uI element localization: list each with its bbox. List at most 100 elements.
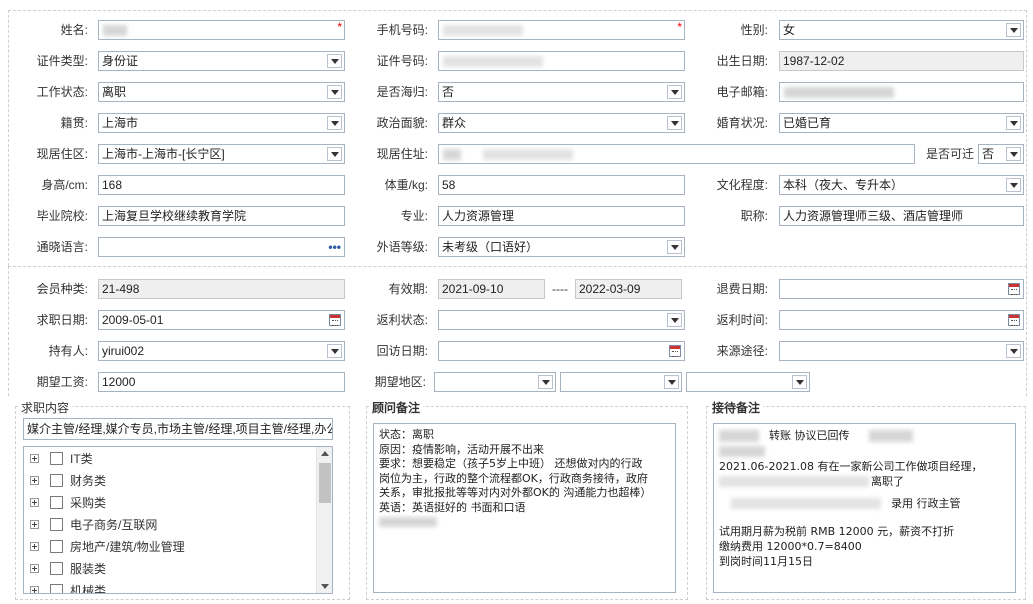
scroll-thumb[interactable] <box>319 463 331 503</box>
weight-field[interactable]: 58 <box>438 175 685 195</box>
address-field[interactable] <box>438 144 915 164</box>
calendar-icon[interactable] <box>669 345 681 357</box>
chevron-down-icon[interactable] <box>327 85 342 99</box>
relocate-select[interactable]: 否 <box>978 144 1024 164</box>
checkbox[interactable] <box>50 496 63 509</box>
checkbox[interactable] <box>50 540 63 553</box>
chevron-down-icon[interactable] <box>1006 344 1021 358</box>
validity-from-field[interactable]: 2021-09-10 <box>438 279 545 299</box>
plus-square-icon[interactable] <box>30 564 39 573</box>
id-type-select[interactable]: 身份证 <box>98 51 345 71</box>
chevron-down-icon[interactable] <box>327 54 342 68</box>
email-field[interactable] <box>779 82 1024 102</box>
native-place-select[interactable]: 上海市 <box>98 113 345 133</box>
rebate-status-select[interactable] <box>438 310 685 330</box>
chevron-down-icon[interactable] <box>1006 116 1021 130</box>
chevron-down-icon[interactable] <box>327 147 342 161</box>
plus-square-icon[interactable] <box>30 454 39 463</box>
tree-scrollbar[interactable] <box>316 447 332 593</box>
more-options-icon[interactable]: ••• <box>328 238 341 256</box>
apply-date-field[interactable]: 2009-05-01 <box>98 310 345 330</box>
name-label: 姓名: <box>60 23 88 37</box>
work-status-select[interactable]: 离职 <box>98 82 345 102</box>
phone-label: 手机号码: <box>376 23 428 37</box>
plus-square-icon[interactable] <box>30 520 39 529</box>
tree-item-realestate[interactable]: 房地产/建筑/物业管理 <box>30 538 310 556</box>
calendar-icon[interactable] <box>1008 314 1020 326</box>
calendar-icon[interactable] <box>1008 283 1020 295</box>
rebate-status-label: 返利状态: <box>376 313 428 327</box>
tree-item-purchasing[interactable]: 采购类 <box>30 494 310 512</box>
title-field[interactable]: 人力资源管理师三级、酒店管理师 <box>779 206 1024 226</box>
phone-field[interactable]: * <box>438 20 685 40</box>
foreign-level-select[interactable]: 未考级（口语好） <box>438 237 685 257</box>
chevron-down-icon[interactable] <box>667 85 682 99</box>
chevron-down-icon[interactable] <box>667 240 682 254</box>
advisor-notes-textarea[interactable]: 状态：离职 原因：疫情影响，活动开展不出来 要求：想要稳定（孩子5岁上中班） 还… <box>373 423 676 593</box>
holder-label: 持有人: <box>48 344 88 358</box>
languages-field[interactable]: ••• <box>98 237 345 257</box>
plus-square-icon[interactable] <box>30 586 39 593</box>
education-select[interactable]: 本科（夜大、专升本） <box>779 175 1024 195</box>
member-type-label: 会员种类: <box>36 282 88 296</box>
birth-date-label: 出生日期: <box>716 54 768 68</box>
holder-select[interactable]: yirui002 <box>98 341 345 361</box>
gender-label: 性别: <box>740 23 768 37</box>
title-label: 职称: <box>740 209 768 223</box>
source-select[interactable] <box>779 341 1024 361</box>
tree-item-it[interactable]: IT类 <box>30 450 310 468</box>
refund-date-label: 退费日期: <box>716 282 768 296</box>
member-type-field[interactable]: 21-498 <box>98 279 345 299</box>
school-field[interactable]: 上海复旦学校继续教育学院 <box>98 206 345 226</box>
visit-date-field[interactable] <box>438 341 685 361</box>
validity-label: 有效期: <box>388 282 428 296</box>
chevron-down-icon[interactable] <box>1006 147 1021 161</box>
reception-notes-textarea[interactable]: 转账 协议已回传 2021.06-2021.08 有在一家新公司工作做项目经理，… <box>713 423 1016 593</box>
chevron-down-icon[interactable] <box>327 116 342 130</box>
tree-item-apparel[interactable]: 服装类 <box>30 560 310 578</box>
calendar-icon[interactable] <box>329 314 341 326</box>
birth-date-field[interactable]: 1987-12-02 <box>779 51 1024 71</box>
checkbox[interactable] <box>50 518 63 531</box>
job-content-summary[interactable]: 媒介主管/经理,媒介专员,市场主管/经理,项目主管/经理,办公 <box>23 418 333 440</box>
checkbox[interactable] <box>50 474 63 487</box>
email-label: 电子邮箱: <box>716 85 768 99</box>
overseas-select[interactable]: 否 <box>438 82 685 102</box>
expected-area-province-select[interactable] <box>434 372 556 392</box>
chevron-down-icon[interactable] <box>667 116 682 130</box>
validity-to-field[interactable]: 2022-03-09 <box>575 279 682 299</box>
checkbox[interactable] <box>50 584 63 593</box>
expected-area-district-select[interactable] <box>686 372 810 392</box>
chevron-down-icon[interactable] <box>1006 178 1021 192</box>
name-field[interactable]: * <box>98 20 345 40</box>
chevron-down-icon[interactable] <box>664 375 679 389</box>
required-mark: * <box>337 20 342 34</box>
chevron-down-icon[interactable] <box>667 313 682 327</box>
plus-square-icon[interactable] <box>30 542 39 551</box>
checkbox[interactable] <box>50 452 63 465</box>
id-number-field[interactable] <box>438 51 685 71</box>
scroll-up-icon[interactable] <box>321 451 329 456</box>
refund-date-field[interactable] <box>779 279 1024 299</box>
major-field[interactable]: 人力资源管理 <box>438 206 685 226</box>
tree-item-ecommerce[interactable]: 电子商务/互联网 <box>30 516 310 534</box>
chevron-down-icon[interactable] <box>1006 23 1021 37</box>
chevron-down-icon[interactable] <box>538 375 553 389</box>
tree-item-machinery[interactable]: 机械类 <box>30 582 310 593</box>
chevron-down-icon[interactable] <box>327 344 342 358</box>
expected-salary-field[interactable]: 12000 <box>98 372 345 392</box>
gender-select[interactable]: 女 <box>779 20 1024 40</box>
scroll-down-icon[interactable] <box>321 584 329 589</box>
height-field[interactable]: 168 <box>98 175 345 195</box>
rebate-time-field[interactable] <box>779 310 1024 330</box>
marital-select[interactable]: 已婚已育 <box>779 113 1024 133</box>
rebate-time-label: 返利时间: <box>716 313 768 327</box>
residence-area-select[interactable]: 上海市-上海市-[长宁区] <box>98 144 345 164</box>
expected-area-city-select[interactable] <box>560 372 682 392</box>
plus-square-icon[interactable] <box>30 476 39 485</box>
chevron-down-icon[interactable] <box>792 375 807 389</box>
political-select[interactable]: 群众 <box>438 113 685 133</box>
checkbox[interactable] <box>50 562 63 575</box>
plus-square-icon[interactable] <box>30 498 39 507</box>
tree-item-finance[interactable]: 财务类 <box>30 472 310 490</box>
